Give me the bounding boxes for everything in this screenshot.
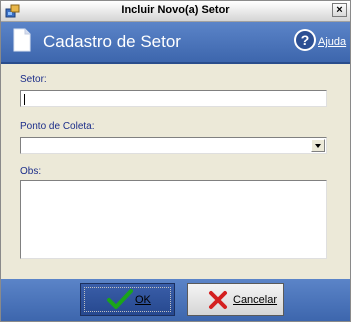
ponto-coleta-select[interactable] xyxy=(20,137,327,154)
help-link[interactable]: Ajuda xyxy=(318,36,346,48)
close-button[interactable]: × xyxy=(332,3,347,17)
title-bar[interactable]: Incluir Novo(a) Setor × xyxy=(1,1,350,22)
check-icon xyxy=(107,289,133,309)
cancel-button[interactable]: Cancelar xyxy=(187,283,284,316)
dialog-window: Incluir Novo(a) Setor × Cadastro de Seto… xyxy=(0,0,351,322)
ok-label: OK xyxy=(135,294,151,306)
header-title: Cadastro de Setor xyxy=(43,32,181,51)
setor-input[interactable] xyxy=(20,90,327,107)
text-caret xyxy=(24,94,25,105)
svg-text:?: ? xyxy=(301,32,310,48)
cancel-label: Cancelar xyxy=(233,294,278,306)
dropdown-arrow-icon[interactable] xyxy=(311,139,325,152)
window-title: Incluir Novo(a) Setor xyxy=(121,4,230,16)
header-banner: Cadastro de Setor ? Ajuda xyxy=(1,22,350,64)
ponto-coleta-label: Ponto de Coleta: xyxy=(20,121,95,132)
obs-label: Obs: xyxy=(20,166,42,177)
document-icon xyxy=(13,28,31,52)
obs-textarea[interactable] xyxy=(20,180,327,259)
button-bar: OK Cancelar xyxy=(1,279,350,321)
setor-label: Setor: xyxy=(20,74,47,85)
help-icon[interactable]: ? xyxy=(293,28,317,52)
cancel-x-icon xyxy=(209,291,227,309)
ok-button[interactable]: OK xyxy=(80,283,175,316)
